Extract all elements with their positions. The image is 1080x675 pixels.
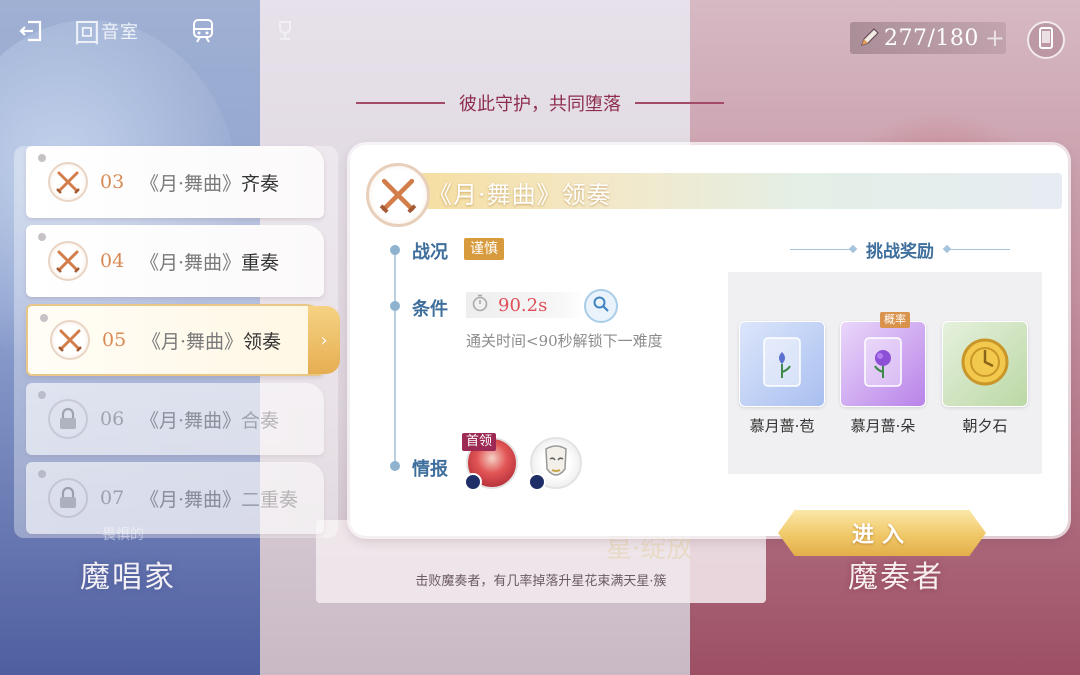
- intel-label: 情报: [412, 459, 448, 480]
- level-name: 《月·舞曲》重奏: [140, 248, 279, 275]
- reward-item-rose-bud[interactable]: [739, 321, 825, 407]
- level-item-04[interactable]: 04 《月·舞曲》重奏: [26, 225, 324, 297]
- condition-label: 条件: [412, 299, 448, 320]
- status-label: 战况: [412, 242, 448, 263]
- timeline-dot: [390, 461, 400, 471]
- level-item-05[interactable]: 05 《月·舞曲》领奏 ›: [26, 304, 340, 376]
- condition-note: 通关时间<90秒解锁下一难度: [466, 332, 663, 350]
- level-name-suffix: 领奏: [243, 330, 282, 353]
- stamina-add-button[interactable]: +: [985, 24, 1005, 52]
- level-name: 《月·舞曲》二重奏: [140, 485, 298, 512]
- crossed-swords-icon: [50, 320, 90, 360]
- crossed-swords-icon: [366, 163, 430, 227]
- mask-enemy-avatar[interactable]: [528, 437, 582, 491]
- page-title-small: 音室: [101, 22, 140, 43]
- page-title: 回音室: [74, 14, 140, 49]
- level-name-prefix: 《月·舞曲》: [140, 172, 242, 195]
- reward-title-line-right: [944, 249, 1010, 250]
- status-dot: [38, 154, 46, 162]
- subtitle-line-left: [356, 102, 445, 104]
- status-dot: [40, 314, 48, 322]
- phone-icon: [1039, 27, 1053, 53]
- detail-timeline: [394, 245, 396, 467]
- crossed-swords-icon: [48, 241, 88, 281]
- subtitle-text: 彼此守护，共同堕落: [459, 94, 621, 115]
- crossed-swords-icon: [48, 162, 88, 202]
- reward-name: 朝夕石: [962, 417, 1008, 435]
- element-badge-icon: [464, 473, 482, 491]
- rose-bloom-icon: [859, 332, 907, 396]
- reward-name: 慕月蔷·苞: [749, 417, 815, 435]
- reward-title: 挑战奖励: [790, 237, 1010, 262]
- subtitle-line-right: [635, 102, 724, 104]
- reward-name: 慕月蔷·朵: [850, 417, 916, 435]
- level-name-prefix: 《月·舞曲》: [142, 330, 244, 353]
- level-item-07[interactable]: 07 《月·舞曲》二重奏: [26, 462, 324, 534]
- reward-item-dawn-stone[interactable]: [942, 321, 1028, 407]
- search-button[interactable]: [584, 289, 618, 323]
- lock-icon: [48, 399, 88, 439]
- reward-item-rose-bloom[interactable]: [840, 321, 926, 407]
- condition-record: 90.2s: [466, 292, 584, 318]
- status-dot: [38, 233, 46, 241]
- reward-box: 概率 慕月蔷·苞 慕月蔷·朵 朝夕石: [728, 272, 1042, 474]
- element-badge-icon: [528, 473, 546, 491]
- level-name: 《月·舞曲》领奏: [142, 327, 281, 354]
- pencil-icon: [858, 27, 880, 49]
- level-item-03[interactable]: 03 《月·舞曲》齐奏: [26, 146, 324, 218]
- level-number: 03: [100, 171, 125, 193]
- lock-icon: [48, 478, 88, 518]
- status-dot: [38, 391, 46, 399]
- probability-tag: 概率: [880, 312, 910, 328]
- rose-bud-icon: [758, 332, 806, 396]
- status-dot: [38, 470, 46, 478]
- train-icon[interactable]: [188, 14, 218, 48]
- timeline-dot: [390, 245, 400, 255]
- level-name-suffix: 齐奏: [241, 172, 280, 195]
- timeline-dot: [390, 301, 400, 311]
- stamina-counter: 277/180 +: [850, 22, 1006, 54]
- level-name: 《月·舞曲》合奏: [140, 406, 279, 433]
- level-number: 04: [100, 250, 125, 272]
- level-number: 07: [100, 487, 125, 509]
- phone-button[interactable]: [1027, 21, 1065, 59]
- level-item-06[interactable]: 06 《月·舞曲》合奏: [26, 383, 324, 455]
- level-number: 05: [102, 329, 127, 351]
- level-name-prefix: 《月·舞曲》: [140, 409, 242, 432]
- background-card-text: 击败魔奏者，有几率掉落升星花束满天星·簇: [415, 574, 667, 589]
- selected-arrow-icon: ›: [308, 306, 340, 374]
- stopwatch-icon: [472, 294, 488, 316]
- gold-coin-icon: [957, 334, 1013, 394]
- stamina-value: 277/180: [884, 25, 979, 51]
- status-tag: 谨慎: [464, 238, 504, 260]
- boss-tag: 首领: [462, 433, 497, 451]
- level-name-suffix: 二重奏: [241, 488, 299, 511]
- level-name-prefix: 《月·舞曲》: [140, 251, 242, 274]
- level-detail-panel: 《月·舞曲》领奏 战况 谨慎 条件 90.2s 通关时间<90秒解锁下一难度 情…: [350, 145, 1068, 536]
- level-number: 06: [100, 408, 125, 430]
- condition-time: 90.2s: [498, 294, 548, 316]
- enter-button[interactable]: 进入: [778, 510, 986, 556]
- mode-label-player[interactable]: 魔奏者: [848, 552, 944, 596]
- detail-title: 《月·舞曲》领奏: [428, 181, 612, 209]
- level-name-suffix: 重奏: [241, 251, 280, 274]
- page-title-main: 回: [74, 18, 102, 49]
- level-name: 《月·舞曲》齐奏: [140, 169, 279, 196]
- search-icon: [592, 295, 610, 317]
- level-name-suffix: 合奏: [241, 409, 280, 432]
- reward-title-line-left: [790, 249, 856, 250]
- back-icon[interactable]: [14, 14, 48, 48]
- chapter-subtitle: 彼此守护，共同堕落: [356, 90, 724, 116]
- reward-title-text: 挑战奖励: [866, 242, 934, 262]
- level-name-prefix: 《月·舞曲》: [140, 488, 242, 511]
- mode-label-singer[interactable]: 魔唱家: [80, 552, 176, 596]
- trophy-icon[interactable]: [272, 14, 298, 48]
